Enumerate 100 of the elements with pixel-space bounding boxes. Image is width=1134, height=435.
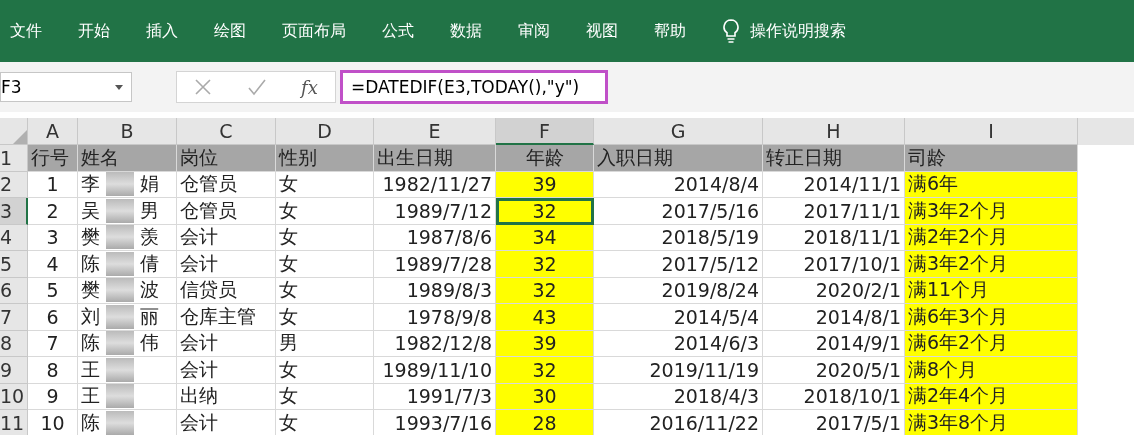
table-cell: 会计 bbox=[177, 224, 276, 251]
header-cell: 岗位 bbox=[177, 145, 276, 172]
name-text: 波 bbox=[140, 277, 159, 303]
name-text: 丽 bbox=[140, 303, 159, 329]
name-text: 男 bbox=[140, 197, 159, 223]
table-cell: 2018/5/19 bbox=[594, 224, 763, 251]
table-cell: 2014/11/1 bbox=[763, 171, 905, 198]
name-box[interactable]: F3 bbox=[0, 72, 132, 102]
column-header[interactable]: G bbox=[594, 118, 763, 145]
table-cell: 34 bbox=[496, 224, 594, 251]
row-header[interactable]: 8 bbox=[0, 330, 28, 357]
table-cell: 8 bbox=[28, 357, 78, 384]
table-cell: 32 bbox=[496, 198, 594, 225]
row-header[interactable]: 7 bbox=[0, 304, 28, 331]
table-cell: 2017/5/12 bbox=[594, 251, 763, 278]
table-cell: 32 bbox=[496, 277, 594, 304]
redaction-blur bbox=[106, 357, 134, 382]
ribbon-tab[interactable]: 文件 bbox=[10, 20, 42, 42]
table-cell: 30 bbox=[496, 383, 594, 410]
table-cell: 信贷员 bbox=[177, 277, 276, 304]
table-cell: 2020/2/1 bbox=[763, 277, 905, 304]
select-all-corner[interactable] bbox=[0, 118, 28, 145]
table-cell: 满6年 bbox=[905, 171, 1078, 198]
table-cell: 满2年2个月 bbox=[905, 224, 1078, 251]
column-header[interactable]: B bbox=[78, 118, 177, 145]
ribbon-tab[interactable]: 视图 bbox=[586, 20, 618, 42]
table-cell: 5 bbox=[28, 277, 78, 304]
redaction-blur bbox=[106, 251, 134, 276]
name-text: 李 bbox=[81, 171, 100, 197]
formula-field[interactable]: =DATEDIF(E3,TODAY(),"y") bbox=[340, 70, 608, 104]
table-cell: 2018/4/3 bbox=[594, 383, 763, 410]
table-cell: 女 bbox=[276, 277, 374, 304]
table-cell: 1982/11/27 bbox=[374, 171, 496, 198]
table-cell: 6 bbox=[28, 304, 78, 331]
table-cell: 2017/5/16 bbox=[594, 198, 763, 225]
row-header[interactable]: 11 bbox=[0, 410, 28, 435]
header-cell: 年龄 bbox=[496, 145, 594, 172]
redaction-blur bbox=[106, 225, 134, 250]
ribbon-tab[interactable]: 审阅 bbox=[518, 20, 550, 42]
insert-function-button[interactable]: fx bbox=[300, 76, 318, 98]
column-header[interactable]: I bbox=[905, 118, 1078, 145]
table-cell: 仓库主管 bbox=[177, 304, 276, 331]
table-cell: 2020/5/1 bbox=[763, 357, 905, 384]
table-cell: 满3年2个月 bbox=[905, 251, 1078, 278]
table-cell: 会计 bbox=[177, 410, 276, 435]
cancel-icon[interactable] bbox=[194, 78, 213, 96]
table-cell: 2 bbox=[28, 198, 78, 225]
column-header[interactable]: F bbox=[496, 118, 594, 145]
column-header[interactable]: D bbox=[276, 118, 374, 145]
row-header[interactable]: 5 bbox=[0, 251, 28, 278]
table-cell: 7 bbox=[28, 330, 78, 357]
row-header[interactable]: 6 bbox=[0, 277, 28, 304]
ribbon-tab[interactable]: 开始 bbox=[78, 20, 110, 42]
check-icon[interactable] bbox=[246, 78, 267, 96]
table-cell: 1991/7/3 bbox=[374, 383, 496, 410]
ribbon-tab[interactable]: 页面布局 bbox=[282, 20, 346, 42]
header-cell: 性别 bbox=[276, 145, 374, 172]
column-header[interactable]: A bbox=[28, 118, 78, 145]
table-cell: 满6年3个月 bbox=[905, 304, 1078, 331]
table-cell: 4 bbox=[28, 251, 78, 278]
table-cell: 1989/7/28 bbox=[374, 251, 496, 278]
redaction-blur bbox=[106, 410, 134, 435]
table-cell: 1978/9/8 bbox=[374, 304, 496, 331]
table-cell: 2014/6/3 bbox=[594, 330, 763, 357]
row-header[interactable]: 1 bbox=[0, 145, 28, 172]
row-header[interactable]: 4 bbox=[0, 224, 28, 251]
table-cell: 女 bbox=[276, 251, 374, 278]
ribbon-tab[interactable]: 帮助 bbox=[654, 20, 686, 42]
table-cell: 男 bbox=[276, 330, 374, 357]
row-header[interactable]: 2 bbox=[0, 171, 28, 198]
table-cell: 1989/11/10 bbox=[374, 357, 496, 384]
row-header[interactable]: 3 bbox=[0, 198, 28, 225]
name-text: 陈 bbox=[81, 330, 100, 356]
ribbon-tab[interactable]: 公式 bbox=[382, 20, 414, 42]
table-cell: 出纳 bbox=[177, 383, 276, 410]
ribbon-tab[interactable]: 绘图 bbox=[214, 20, 246, 42]
table-cell: 女 bbox=[276, 224, 374, 251]
table-cell: 1989/7/12 bbox=[374, 198, 496, 225]
ribbon-tab[interactable]: 数据 bbox=[450, 20, 482, 42]
table-cell: 仓管员 bbox=[177, 171, 276, 198]
table-cell: 2019/8/24 bbox=[594, 277, 763, 304]
ribbon-tab[interactable]: 插入 bbox=[146, 20, 178, 42]
tell-me-search[interactable]: 操作说明搜索 bbox=[750, 20, 846, 42]
name-text: 羡 bbox=[140, 224, 159, 250]
redaction-blur bbox=[106, 331, 134, 356]
table-cell: 43 bbox=[496, 304, 594, 331]
row-header[interactable]: 9 bbox=[0, 357, 28, 384]
table-cell: 2017/10/1 bbox=[763, 251, 905, 278]
column-header[interactable]: E bbox=[374, 118, 496, 145]
table-cell: 会计 bbox=[177, 251, 276, 278]
table-cell: 1 bbox=[28, 171, 78, 198]
name-text: 王 bbox=[81, 383, 100, 409]
name-text: 刘 bbox=[81, 303, 100, 329]
column-header[interactable]: H bbox=[763, 118, 905, 145]
header-cell: 司龄 bbox=[905, 145, 1078, 172]
column-header[interactable]: C bbox=[177, 118, 276, 145]
name-text: 樊 bbox=[81, 224, 100, 250]
table-cell: 39 bbox=[496, 330, 594, 357]
table-cell: 32 bbox=[496, 251, 594, 278]
row-header[interactable]: 10 bbox=[0, 383, 28, 410]
